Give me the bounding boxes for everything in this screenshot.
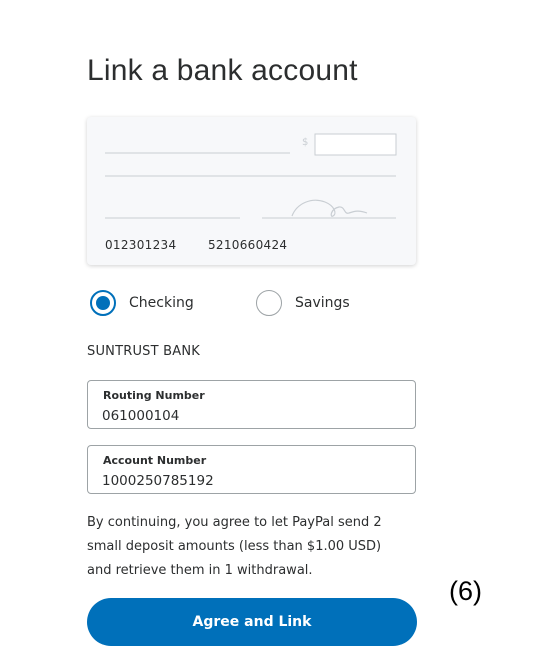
page-title: Link a bank account: [87, 54, 358, 87]
check-dollar-sign: $: [302, 137, 308, 148]
radio-checking-label: Checking: [129, 295, 194, 311]
radio-savings-label: Savings: [295, 295, 350, 311]
radio-savings[interactable]: Savings: [256, 290, 350, 316]
check-amount-box: [314, 133, 397, 156]
radio-checked-icon[interactable]: [90, 290, 116, 316]
routing-number-input[interactable]: [102, 408, 392, 424]
routing-number-label: Routing Number: [103, 389, 205, 402]
radio-checking[interactable]: Checking: [90, 290, 194, 316]
agree-and-link-button[interactable]: Agree and Link: [87, 598, 417, 646]
check-routing-number: 012301234: [105, 238, 177, 252]
step-label: (6): [449, 576, 482, 606]
account-number-field[interactable]: Account Number: [87, 445, 416, 494]
account-number-label: Account Number: [103, 454, 207, 467]
check-illustration: $ 012301234 5210660424: [87, 117, 416, 265]
routing-number-field[interactable]: Routing Number: [87, 380, 416, 429]
signature-icon: [291, 199, 368, 217]
link-bank-page: Link a bank account $ 012301234 52106604…: [0, 0, 544, 654]
radio-unchecked-icon[interactable]: [256, 290, 282, 316]
bank-name: SUNTRUST BANK: [87, 344, 200, 359]
account-number-input[interactable]: [102, 473, 392, 489]
deposit-disclaimer: By continuing, you agree to let PayPal s…: [87, 515, 382, 578]
check-account-number: 5210660424: [208, 238, 288, 252]
